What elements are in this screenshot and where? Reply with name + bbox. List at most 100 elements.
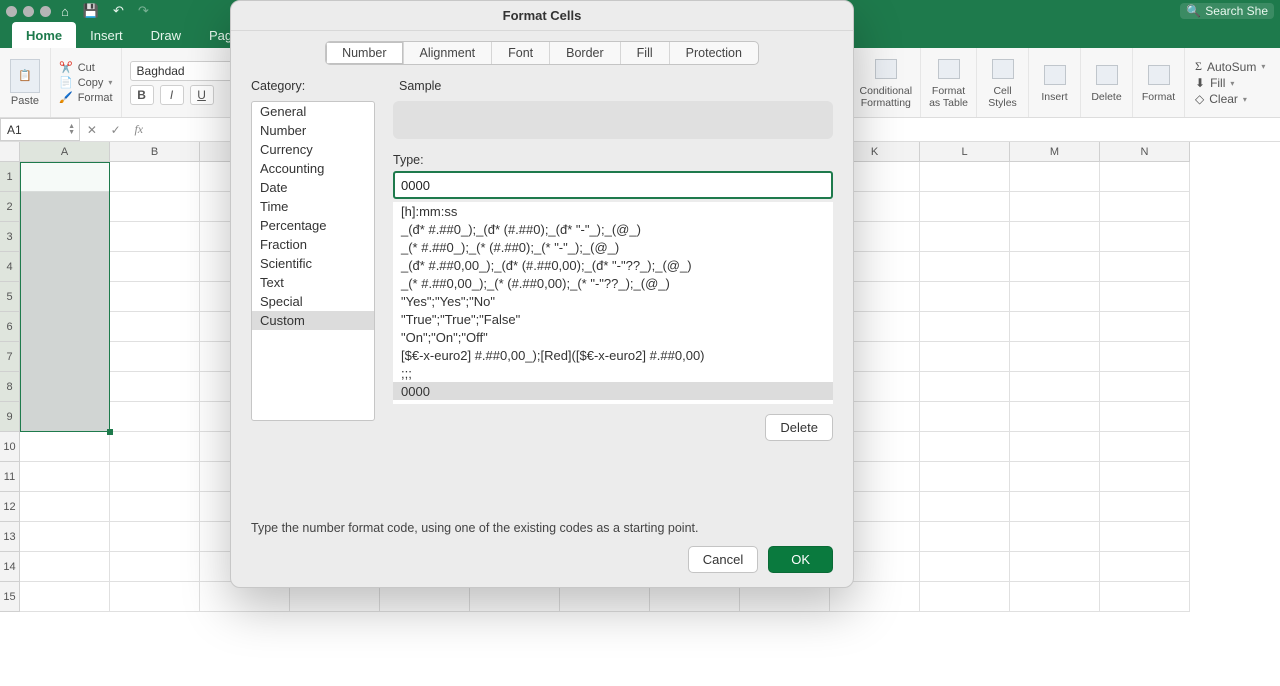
dialog-tab-font[interactable]: Font — [492, 42, 550, 64]
cell[interactable] — [20, 252, 110, 282]
cell[interactable] — [110, 222, 200, 252]
cell[interactable] — [1010, 402, 1100, 432]
redo-icon[interactable]: ↷ — [138, 3, 149, 19]
cell[interactable] — [20, 462, 110, 492]
cell[interactable] — [20, 162, 110, 192]
category-item[interactable]: Time — [252, 197, 374, 216]
row-header[interactable]: 7 — [0, 342, 20, 372]
format-code-item[interactable]: _(* #.##0,00_);_(* (#.##0,00);_(* "-"??_… — [393, 274, 833, 292]
category-item[interactable]: Scientific — [252, 254, 374, 273]
bold-button[interactable]: B — [130, 85, 154, 105]
format-as-table-button[interactable]: Format as Table — [921, 48, 977, 117]
cell[interactable] — [110, 342, 200, 372]
cell[interactable] — [920, 432, 1010, 462]
cell[interactable] — [1010, 282, 1100, 312]
row-header[interactable]: 3 — [0, 222, 20, 252]
row-header[interactable]: 12 — [0, 492, 20, 522]
cell[interactable] — [20, 282, 110, 312]
dialog-tab-protection[interactable]: Protection — [670, 42, 758, 64]
cell[interactable] — [1010, 312, 1100, 342]
paste-icon[interactable]: 📋 — [10, 59, 40, 93]
cell[interactable] — [110, 162, 200, 192]
cell[interactable] — [920, 492, 1010, 522]
format-code-item[interactable]: ;;; — [393, 364, 833, 382]
cell[interactable] — [20, 552, 110, 582]
category-list[interactable]: GeneralNumberCurrencyAccountingDateTimeP… — [251, 101, 375, 421]
category-item[interactable]: Currency — [252, 140, 374, 159]
cell[interactable] — [110, 462, 200, 492]
category-item[interactable]: Date — [252, 178, 374, 197]
cell[interactable] — [1010, 552, 1100, 582]
cell[interactable] — [1010, 462, 1100, 492]
category-item[interactable]: Accounting — [252, 159, 374, 178]
tab-home[interactable]: Home — [12, 22, 76, 48]
cell[interactable] — [1100, 402, 1190, 432]
category-item[interactable]: Custom — [252, 311, 374, 330]
row-header[interactable]: 11 — [0, 462, 20, 492]
search-box[interactable]: 🔍 Search She — [1180, 3, 1274, 19]
cell[interactable] — [110, 282, 200, 312]
close-icon[interactable] — [6, 6, 17, 17]
italic-button[interactable]: I — [160, 85, 184, 105]
cell[interactable] — [1100, 552, 1190, 582]
fill-button[interactable]: ⬇Fill ▾ — [1195, 76, 1270, 90]
category-item[interactable]: Text — [252, 273, 374, 292]
dialog-tab-number[interactable]: Number — [326, 42, 403, 64]
cell[interactable] — [20, 522, 110, 552]
format-code-item[interactable]: 0000 — [393, 382, 833, 400]
cell[interactable] — [1010, 372, 1100, 402]
format-code-item[interactable]: _(* #.##0_);_(* (#.##0);_(* "-"_);_(@_) — [393, 238, 833, 256]
cell[interactable] — [20, 312, 110, 342]
dialog-tab-border[interactable]: Border — [550, 42, 621, 64]
type-input[interactable] — [393, 171, 833, 199]
row-header[interactable]: 9 — [0, 402, 20, 432]
cell[interactable] — [920, 342, 1010, 372]
category-item[interactable]: General — [252, 102, 374, 121]
save-icon[interactable]: 💾 — [83, 3, 99, 19]
cell[interactable] — [1010, 192, 1100, 222]
cell[interactable] — [1100, 282, 1190, 312]
cell[interactable] — [1100, 522, 1190, 552]
row-header[interactable]: 2 — [0, 192, 20, 222]
enter-formula-icon[interactable]: ✓ — [111, 123, 121, 137]
row-header[interactable]: 4 — [0, 252, 20, 282]
cell[interactable] — [110, 312, 200, 342]
format-code-item[interactable]: _(đ* #.##0_);_(đ* (#.##0);_(đ* "-"_);_(@… — [393, 220, 833, 238]
home-icon[interactable]: ⌂ — [61, 4, 69, 19]
format-code-list[interactable]: [h]:mm:ss_(đ* #.##0_);_(đ* (#.##0);_(đ* … — [393, 202, 833, 404]
underline-button[interactable]: U — [190, 85, 214, 105]
conditional-formatting-button[interactable]: Conditional Formatting — [852, 48, 922, 117]
cell[interactable] — [920, 522, 1010, 552]
row-header[interactable]: 15 — [0, 582, 20, 612]
autosum-button[interactable]: ΣAutoSum ▾ — [1195, 59, 1270, 74]
format-code-item[interactable]: [h]:mm:ss — [393, 202, 833, 220]
column-header[interactable]: L — [920, 142, 1010, 162]
cell[interactable] — [1010, 252, 1100, 282]
cell[interactable] — [20, 372, 110, 402]
column-header[interactable]: N — [1100, 142, 1190, 162]
cell[interactable] — [110, 402, 200, 432]
cell[interactable] — [20, 192, 110, 222]
copy-button[interactable]: 📄Copy ▾ — [59, 76, 113, 89]
column-header[interactable]: B — [110, 142, 200, 162]
cell[interactable] — [110, 522, 200, 552]
zoom-icon[interactable] — [40, 6, 51, 17]
cell[interactable] — [20, 222, 110, 252]
format-cells-button[interactable]: Format — [1133, 48, 1185, 117]
column-header[interactable]: M — [1010, 142, 1100, 162]
cell[interactable] — [1100, 372, 1190, 402]
tab-draw[interactable]: Draw — [137, 23, 195, 48]
cell[interactable] — [1010, 492, 1100, 522]
cell[interactable] — [920, 372, 1010, 402]
category-item[interactable]: Special — [252, 292, 374, 311]
cell[interactable] — [20, 342, 110, 372]
cut-button[interactable]: ✂️Cut — [59, 61, 113, 74]
minimize-icon[interactable] — [23, 6, 34, 17]
cell[interactable] — [1010, 522, 1100, 552]
cell[interactable] — [920, 402, 1010, 432]
cell[interactable] — [110, 252, 200, 282]
format-code-item[interactable]: "True";"True";"False" — [393, 310, 833, 328]
delete-button[interactable]: Delete — [765, 414, 833, 441]
cell[interactable] — [110, 192, 200, 222]
cell[interactable] — [1010, 582, 1100, 612]
